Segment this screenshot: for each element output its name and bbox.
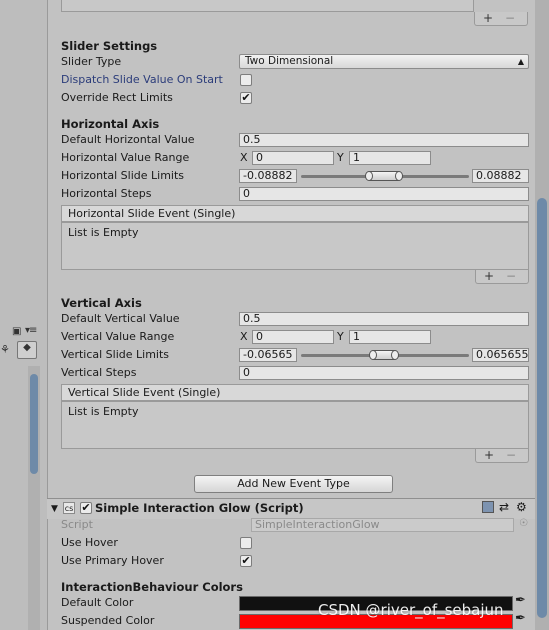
- vertical-range-x-field[interactable]: 0: [252, 330, 334, 344]
- vertical-slide-event-list: List is Empty: [61, 401, 529, 449]
- hierarchy-panel-edge: [0, 0, 48, 630]
- horizontal-range-y-label: Y: [337, 151, 344, 164]
- previous-event-list: [61, 0, 474, 12]
- glow-enabled-checkbox[interactable]: ✔: [80, 502, 92, 514]
- vertical-limits-min-cap[interactable]: [369, 350, 377, 360]
- add-horizontal-event-icon[interactable]: +: [484, 270, 494, 282]
- use-hover-label: Use Hover: [61, 536, 118, 549]
- horizontal-event-footer: + −: [475, 270, 529, 284]
- default-vertical-value-field[interactable]: 0.5: [239, 312, 529, 326]
- remove-horizontal-event-icon[interactable]: −: [506, 270, 516, 282]
- default-horizontal-value-field[interactable]: 0.5: [239, 133, 529, 147]
- eyedropper-icon[interactable]: ✒: [515, 612, 526, 626]
- vertical-range-y-label: Y: [337, 330, 344, 343]
- horizontal-slide-limits-label: Horizontal Slide Limits: [61, 169, 185, 182]
- horizontal-slide-event-list: List is Empty: [61, 222, 529, 270]
- horizontal-range-y-field[interactable]: 1: [349, 151, 431, 165]
- use-hover-checkbox[interactable]: [240, 537, 252, 549]
- vertical-slide-limits-label: Vertical Slide Limits: [61, 348, 170, 361]
- foldout-arrow-icon[interactable]: ▼: [51, 502, 58, 516]
- horizontal-range-x-field[interactable]: 0: [252, 151, 334, 165]
- horizontal-limit-min-field[interactable]: -0.08882: [239, 169, 297, 183]
- vertical-axis-heading: Vertical Axis: [61, 296, 142, 310]
- gear-icon[interactable]: ⚙: [516, 500, 527, 514]
- suspended-color-label: Suspended Color: [61, 614, 155, 627]
- glow-component-header[interactable]: ▼ cs ✔ Simple Interaction Glow (Script) …: [47, 498, 535, 519]
- default-horizontal-value-label: Default Horizontal Value: [61, 133, 195, 146]
- slider-type-dropdown[interactable]: Two Dimensional ▲: [239, 54, 529, 69]
- add-new-event-type-button[interactable]: Add New Event Type: [194, 475, 393, 493]
- vertical-range-y-field[interactable]: 1: [349, 330, 431, 344]
- slider-type-label: Slider Type: [61, 55, 122, 68]
- inspector-panel: + − Slider Settings Slider Type Two Dime…: [47, 0, 535, 630]
- preset-icon[interactable]: ⇄: [499, 500, 509, 514]
- vertical-event-empty-text: List is Empty: [68, 405, 139, 418]
- remove-vertical-event-icon[interactable]: −: [506, 449, 516, 461]
- horizontal-limit-max-field[interactable]: 0.08882: [472, 169, 529, 183]
- vertical-event-footer: + −: [475, 449, 529, 463]
- horizontal-slide-event-header: Horizontal Slide Event (Single): [61, 205, 529, 222]
- horizontal-range-x-label: X: [240, 151, 248, 164]
- checkmark-icon: ✔: [81, 501, 91, 514]
- vertical-slide-event-header: Vertical Slide Event (Single): [61, 384, 529, 401]
- glow-component-title: Simple Interaction Glow (Script): [95, 501, 304, 515]
- inspector-scrollbar-thumb[interactable]: [537, 198, 547, 618]
- vertical-limit-min-field[interactable]: -0.06565: [239, 348, 297, 362]
- override-rect-limits-checkbox[interactable]: ✔: [240, 92, 252, 104]
- horizontal-value-range-label: Horizontal Value Range: [61, 151, 190, 164]
- vertical-limits-slider-handle[interactable]: [369, 350, 399, 360]
- vertical-limits-max-cap[interactable]: [391, 350, 399, 360]
- checkmark-icon: ✔: [241, 91, 251, 104]
- script-reference-field: SimpleInteractionGlow: [251, 518, 514, 532]
- script-file-icon: cs: [63, 502, 75, 514]
- dispatch-slide-value-label: Dispatch Slide Value On Start: [61, 73, 223, 86]
- watermark-text: CSDN @river_of_sebajun: [318, 601, 504, 619]
- vertical-range-x-label: X: [240, 330, 248, 343]
- use-primary-hover-checkbox[interactable]: ✔: [240, 555, 252, 567]
- horizontal-event-empty-text: List is Empty: [68, 226, 139, 239]
- horizontal-steps-field[interactable]: 0: [239, 187, 529, 201]
- interaction-behaviour-colors-heading: InteractionBehaviour Colors: [61, 580, 243, 594]
- dropdown-arrow-icon: ▲: [517, 57, 524, 66]
- hierarchy-node-icon[interactable]: ⚘: [0, 343, 14, 357]
- slider-type-value: Two Dimensional: [245, 55, 334, 67]
- horizontal-axis-heading: Horizontal Axis: [61, 117, 160, 131]
- script-label: Script: [61, 518, 93, 531]
- vertical-steps-field[interactable]: 0: [239, 366, 529, 380]
- dispatch-slide-value-checkbox[interactable]: [240, 74, 252, 86]
- horizontal-limits-max-cap[interactable]: [395, 171, 403, 181]
- add-vertical-event-icon[interactable]: +: [484, 449, 494, 461]
- add-item-icon[interactable]: +: [483, 12, 493, 24]
- default-vertical-value-label: Default Vertical Value: [61, 312, 180, 325]
- horizontal-limits-min-cap[interactable]: [365, 171, 373, 181]
- left-scrollbar-thumb[interactable]: [30, 374, 38, 474]
- object-picker-icon[interactable]: ☉: [519, 517, 528, 531]
- horizontal-limits-slider-handle[interactable]: [365, 171, 403, 181]
- lock-icon[interactable]: ▣: [12, 326, 21, 337]
- remove-item-icon[interactable]: −: [505, 12, 515, 24]
- previous-list-footer: + −: [474, 12, 528, 26]
- vertical-value-range-label: Vertical Value Range: [61, 330, 175, 343]
- vertical-limit-max-field[interactable]: 0.065655: [472, 348, 529, 362]
- slider-settings-heading: Slider Settings: [61, 39, 158, 53]
- vertical-steps-label: Vertical Steps: [61, 366, 137, 379]
- tag-icon[interactable]: ◆: [17, 341, 37, 359]
- panel-menu-icon[interactable]: ▾≡: [25, 325, 37, 336]
- use-primary-hover-label: Use Primary Hover: [61, 554, 164, 567]
- default-color-label: Default Color: [61, 596, 134, 609]
- help-book-icon[interactable]: [482, 501, 494, 513]
- horizontal-steps-label: Horizontal Steps: [61, 187, 152, 200]
- checkmark-icon: ✔: [241, 554, 251, 567]
- eyedropper-icon[interactable]: ✒: [515, 594, 526, 608]
- override-rect-limits-label: Override Rect Limits: [61, 91, 173, 104]
